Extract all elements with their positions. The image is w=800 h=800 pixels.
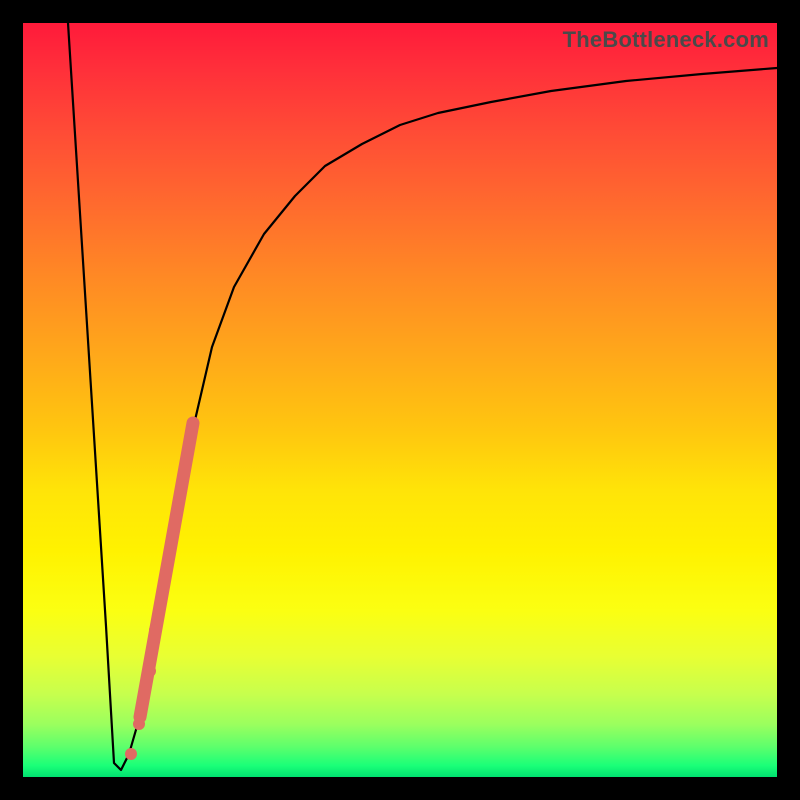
cluster-dot xyxy=(125,748,137,760)
cluster-dot xyxy=(133,718,145,730)
curve-layer xyxy=(23,23,777,777)
plot-area: TheBottleneck.com xyxy=(23,23,777,777)
cluster-dot xyxy=(144,665,156,677)
chart-frame: TheBottleneck.com xyxy=(0,0,800,800)
cluster-dot xyxy=(149,624,161,636)
bottleneck-curve xyxy=(68,23,777,770)
